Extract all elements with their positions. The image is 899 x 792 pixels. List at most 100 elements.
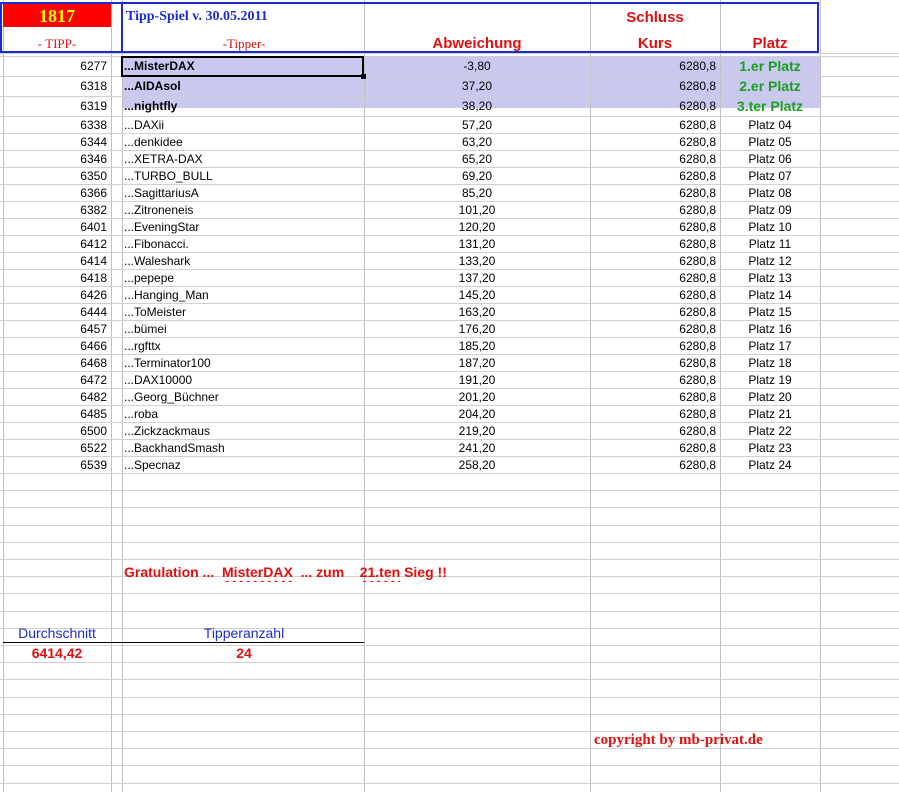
cell-kurs[interactable]: 6280,8 bbox=[590, 133, 720, 150]
cell-kurs[interactable]: 6280,8 bbox=[590, 218, 720, 235]
cell-tipper[interactable]: ...roba bbox=[122, 405, 364, 422]
cell-tipper[interactable]: ...bümei bbox=[122, 320, 364, 337]
cell-tipp[interactable]: 6414 bbox=[3, 252, 111, 269]
cell-abweichung[interactable]: 176,20 bbox=[364, 320, 590, 337]
cell-kurs[interactable]: 6280,8 bbox=[590, 405, 720, 422]
cell-tipp[interactable]: 6472 bbox=[3, 371, 111, 388]
cell-tipper[interactable]: ...Georg_Büchner bbox=[122, 388, 364, 405]
cell-tipp[interactable]: 6444 bbox=[3, 303, 111, 320]
selected-cell-frame[interactable] bbox=[121, 56, 364, 77]
cell-abweichung[interactable]: 131,20 bbox=[364, 235, 590, 252]
cell-tipper[interactable]: ...XETRA-DAX bbox=[122, 150, 364, 167]
cell-platz[interactable]: Platz 04 bbox=[720, 116, 820, 133]
cell-tipper[interactable]: ...DAXii bbox=[122, 116, 364, 133]
cell-abweichung[interactable]: 133,20 bbox=[364, 252, 590, 269]
cell-platz[interactable]: Platz 07 bbox=[720, 167, 820, 184]
cell-kurs[interactable]: 6280,8 bbox=[590, 184, 720, 201]
cell-platz[interactable]: Platz 17 bbox=[720, 337, 820, 354]
cell-kurs[interactable]: 6280,8 bbox=[590, 439, 720, 456]
cell-kurs[interactable]: 6280,8 bbox=[590, 320, 720, 337]
cell-tipper[interactable]: ...AIDAsol bbox=[122, 76, 364, 96]
cell-platz[interactable]: Platz 11 bbox=[720, 235, 820, 252]
cell-abweichung[interactable]: 57,20 bbox=[364, 116, 590, 133]
cell-tipp[interactable]: 6350 bbox=[3, 167, 111, 184]
cell-tipp[interactable]: 6426 bbox=[3, 286, 111, 303]
cell-tipp[interactable]: 6457 bbox=[3, 320, 111, 337]
cell-abweichung[interactable]: 120,20 bbox=[364, 218, 590, 235]
cell-platz[interactable]: Platz 14 bbox=[720, 286, 820, 303]
cell-kurs[interactable]: 6280,8 bbox=[590, 422, 720, 439]
cell-tipper[interactable]: ...DAX10000 bbox=[122, 371, 364, 388]
cell-platz[interactable]: Platz 09 bbox=[720, 201, 820, 218]
cell-kurs[interactable]: 6280,8 bbox=[590, 286, 720, 303]
cell-platz[interactable]: Platz 08 bbox=[720, 184, 820, 201]
cell-abweichung[interactable]: 185,20 bbox=[364, 337, 590, 354]
cell-tipper[interactable]: ...BackhandSmash bbox=[122, 439, 364, 456]
cell-platz[interactable]: Platz 23 bbox=[720, 439, 820, 456]
cell-tipp[interactable]: 6401 bbox=[3, 218, 111, 235]
cell-platz[interactable]: Platz 16 bbox=[720, 320, 820, 337]
cell-tipper[interactable]: ...Fibonacci. bbox=[122, 235, 364, 252]
cell-kurs[interactable]: 6280,8 bbox=[590, 56, 720, 76]
cell-platz[interactable]: Platz 12 bbox=[720, 252, 820, 269]
cell-tipp[interactable]: 6466 bbox=[3, 337, 111, 354]
cell-abweichung[interactable]: 85,20 bbox=[364, 184, 590, 201]
selection-fill-handle[interactable] bbox=[361, 74, 366, 79]
cell-platz[interactable]: Platz 10 bbox=[720, 218, 820, 235]
cell-abweichung[interactable]: 219,20 bbox=[364, 422, 590, 439]
cell-platz[interactable]: Platz 21 bbox=[720, 405, 820, 422]
cell-abweichung[interactable]: -3,80 bbox=[364, 56, 590, 76]
cell-tipp[interactable]: 6468 bbox=[3, 354, 111, 371]
cell-abweichung[interactable]: 65,20 bbox=[364, 150, 590, 167]
cell-kurs[interactable]: 6280,8 bbox=[590, 337, 720, 354]
cell-tipper[interactable]: ...rgfttx bbox=[122, 337, 364, 354]
cell-tipp[interactable]: 6382 bbox=[3, 201, 111, 218]
cell-platz[interactable]: Platz 18 bbox=[720, 354, 820, 371]
cell-abweichung[interactable]: 145,20 bbox=[364, 286, 590, 303]
cell-tipp[interactable]: 6485 bbox=[3, 405, 111, 422]
cell-abweichung[interactable]: 241,20 bbox=[364, 439, 590, 456]
cell-tipper[interactable]: ...Specnaz bbox=[122, 456, 364, 473]
cell-abweichung[interactable]: 204,20 bbox=[364, 405, 590, 422]
cell-abweichung[interactable]: 137,20 bbox=[364, 269, 590, 286]
cell-tipp[interactable]: 6366 bbox=[3, 184, 111, 201]
cell-abweichung[interactable]: 63,20 bbox=[364, 133, 590, 150]
cell-kurs[interactable]: 6280,8 bbox=[590, 252, 720, 269]
cell-kurs[interactable]: 6280,8 bbox=[590, 201, 720, 218]
cell-platz[interactable]: Platz 13 bbox=[720, 269, 820, 286]
cell-abweichung[interactable]: 258,20 bbox=[364, 456, 590, 473]
cell-kurs[interactable]: 6280,8 bbox=[590, 96, 720, 116]
cell-abweichung[interactable]: 201,20 bbox=[364, 388, 590, 405]
cell-tipper[interactable]: ...denkidee bbox=[122, 133, 364, 150]
cell-tipp[interactable]: 6338 bbox=[3, 116, 111, 133]
cell-tipp[interactable]: 6500 bbox=[3, 422, 111, 439]
cell-platz[interactable]: Platz 06 bbox=[720, 150, 820, 167]
cell-abweichung[interactable]: 163,20 bbox=[364, 303, 590, 320]
cell-tipper[interactable]: ...TURBO_BULL bbox=[122, 167, 364, 184]
cell-kurs[interactable]: 6280,8 bbox=[590, 303, 720, 320]
cell-tipper[interactable]: ...Terminator100 bbox=[122, 354, 364, 371]
cell-platz[interactable]: Platz 22 bbox=[720, 422, 820, 439]
cell-kurs[interactable]: 6280,8 bbox=[590, 150, 720, 167]
cell-kurs[interactable]: 6280,8 bbox=[590, 269, 720, 286]
cell-abweichung[interactable]: 69,20 bbox=[364, 167, 590, 184]
cell-platz[interactable]: 1.er Platz bbox=[720, 56, 820, 76]
cell-tipper[interactable]: ...pepepe bbox=[122, 269, 364, 286]
cell-kurs[interactable]: 6280,8 bbox=[590, 354, 720, 371]
cell-tipp[interactable]: 6522 bbox=[3, 439, 111, 456]
cell-kurs[interactable]: 6280,8 bbox=[590, 371, 720, 388]
cell-tipper[interactable]: ...ToMeister bbox=[122, 303, 364, 320]
cell-tipper[interactable]: ...SagittariusA bbox=[122, 184, 364, 201]
cell-platz[interactable]: Platz 20 bbox=[720, 388, 820, 405]
cell-tipp[interactable]: 6539 bbox=[3, 456, 111, 473]
cell-tipper[interactable]: ...Waleshark bbox=[122, 252, 364, 269]
cell-tipp[interactable]: 6482 bbox=[3, 388, 111, 405]
cell-tipp[interactable]: 6346 bbox=[3, 150, 111, 167]
cell-abweichung[interactable]: 37,20 bbox=[364, 76, 590, 96]
cell-tipper[interactable]: ...Zickzackmaus bbox=[122, 422, 364, 439]
cell-platz[interactable]: Platz 15 bbox=[720, 303, 820, 320]
cell-tipper[interactable]: ...Zitroneneis bbox=[122, 201, 364, 218]
cell-tipp[interactable]: 6277 bbox=[3, 56, 111, 76]
cell-kurs[interactable]: 6280,8 bbox=[590, 388, 720, 405]
cell-tipp[interactable]: 6412 bbox=[3, 235, 111, 252]
